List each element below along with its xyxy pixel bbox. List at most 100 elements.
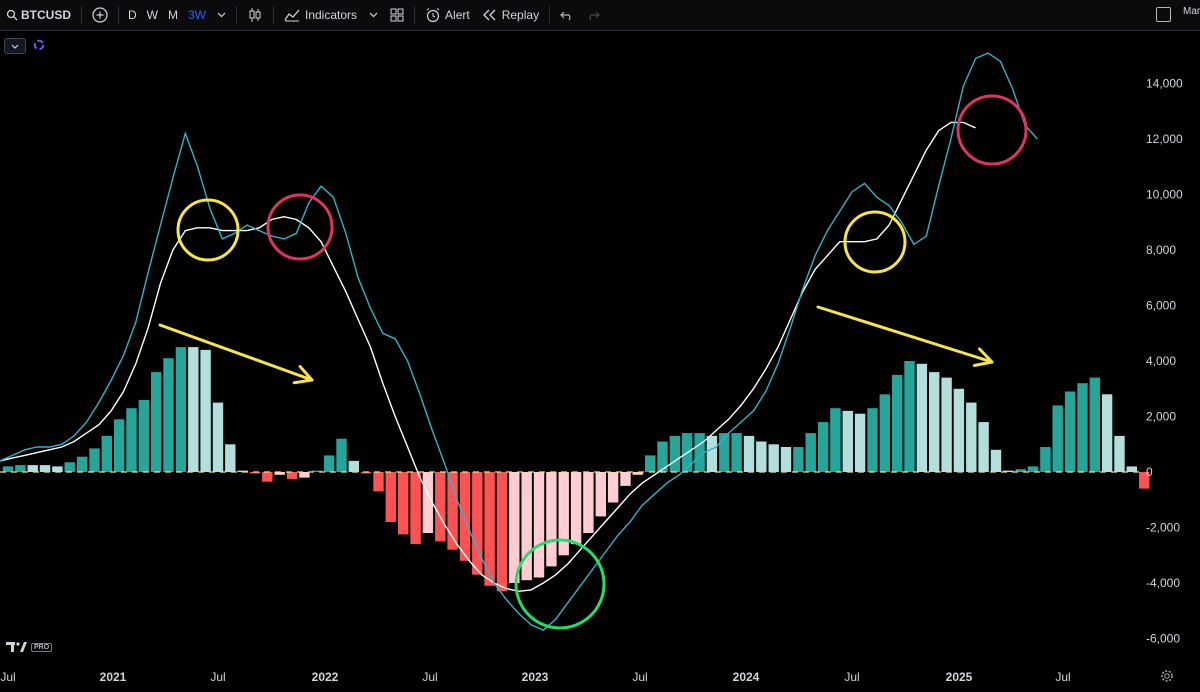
y-axis-tick-label: -2,000: [1146, 521, 1180, 535]
undo-icon: [560, 11, 571, 21]
histogram-bar: [138, 399, 150, 472]
histogram-bar: [842, 410, 853, 472]
histogram-bar: [990, 449, 1002, 472]
histogram-bar: [39, 465, 51, 472]
redo-button[interactable]: [580, 0, 606, 30]
histogram-bar: [521, 472, 532, 581]
histogram-bar: [52, 466, 63, 472]
histogram-bar: [1089, 377, 1100, 472]
indicators-button[interactable]: Indicators: [278, 0, 363, 30]
undo-button[interactable]: [554, 0, 580, 30]
histogram-bar: [941, 377, 952, 472]
histogram-bar: [225, 444, 236, 473]
histogram-bar: [385, 472, 396, 522]
x-axis-tick-label: Jul: [632, 670, 647, 684]
histogram-bar: [1077, 383, 1088, 472]
histogram-bar: [64, 462, 75, 472]
histogram-bar: [533, 472, 545, 578]
candles-icon: [249, 8, 261, 22]
histogram-bar: [583, 472, 594, 533]
y-axis-tick-label: -4,000: [1146, 576, 1180, 590]
histogram-bar: [706, 435, 718, 472]
timeframe-w[interactable]: W: [142, 0, 163, 30]
histogram-bar: [163, 358, 174, 472]
histogram-bar: [410, 472, 421, 545]
chart-type-button[interactable]: [241, 0, 269, 30]
histogram-bar: [817, 422, 829, 472]
histogram-bar: [854, 413, 866, 472]
x-axis-tick-label: Jul: [844, 670, 859, 684]
histogram-bar: [435, 472, 446, 542]
histogram-bar: [1101, 394, 1113, 472]
histogram-bar: [2, 466, 14, 472]
grid-icon: [390, 8, 404, 22]
symbol-search[interactable]: BTCUSD: [0, 0, 77, 30]
histogram-bar: [1114, 435, 1125, 472]
symbol-label: BTCUSD: [21, 8, 71, 22]
histogram-bar: [904, 361, 915, 472]
histogram-bar: [348, 460, 359, 472]
macd-chart[interactable]: 14,000 12,000 10,000 8,000 6,000 4,000 2,000 0 -…: [0, 31, 1200, 692]
x-axis-tick-label: 2024: [733, 670, 760, 684]
histogram-bar: [916, 363, 928, 472]
alert-button[interactable]: Alert: [419, 0, 476, 30]
histogram-bar: [472, 472, 483, 575]
histogram-bar: [953, 388, 965, 473]
redo-icon: [589, 11, 600, 21]
histogram-bar: [101, 435, 112, 472]
x-axis[interactable]: Jul 2021 Jul 2022 Jul 2023 Jul 2024 Jul 2025 Jul: [0, 670, 1070, 684]
tv-logo-icon: [6, 642, 27, 652]
histogram-bar: [27, 465, 38, 472]
histogram-bar: [1040, 447, 1051, 472]
histogram-bar: [262, 472, 273, 482]
separator: [273, 6, 274, 24]
histogram-bar: [830, 408, 841, 472]
histogram-bar: [645, 455, 656, 472]
histogram-bar: [484, 472, 495, 586]
annotations-group: [158, 94, 1028, 630]
histogram-bar: [398, 472, 409, 535]
timeframe-dropdown[interactable]: [211, 0, 232, 30]
replay-button[interactable]: Replay: [476, 0, 545, 30]
y-axis-tick-label: -6,000: [1146, 632, 1180, 646]
indicators-dropdown[interactable]: [363, 0, 384, 30]
plus-circle-icon: [92, 7, 108, 23]
histogram-bar: [200, 349, 211, 472]
x-axis-tick-label: 2021: [100, 670, 127, 684]
histogram-bar: [212, 402, 224, 472]
histogram-bar: [299, 472, 310, 478]
histogram-bar: [496, 472, 508, 592]
histogram-bar: [879, 394, 890, 472]
x-axis-tick-label: Jul: [1055, 670, 1070, 684]
top-toolbar: BTCUSD D W M 3W Indicators Alert Replay: [0, 0, 1200, 31]
tradingview-logo: PRO: [6, 641, 53, 653]
y-axis[interactable]: 14,000 12,000 10,000 8,000 6,000 4,000 2,000 0 -…: [1146, 77, 1183, 646]
y-axis-tick-label: 14,000: [1146, 77, 1183, 91]
histogram-bar: [1126, 466, 1137, 472]
histogram-bar: [546, 472, 557, 567]
histogram-bar: [595, 472, 606, 517]
histogram-bar: [929, 372, 940, 472]
histogram-bar: [1064, 391, 1076, 472]
histogram-bar: [892, 374, 903, 472]
timeframe-m[interactable]: M: [163, 0, 183, 30]
search-icon: [6, 9, 18, 21]
timeframe-d[interactable]: D: [123, 0, 142, 30]
settings-gear-icon[interactable]: [1160, 669, 1174, 683]
histogram-bar: [113, 419, 125, 472]
histogram-bar: [669, 435, 681, 472]
x-axis-tick-label: 2022: [312, 670, 339, 684]
rewind-icon: [482, 9, 496, 21]
indicators-label: Indicators: [305, 8, 358, 22]
timeframe-3w[interactable]: 3W: [183, 0, 211, 30]
histogram-bar: [188, 347, 199, 472]
histogram-bar: [558, 472, 569, 556]
fullscreen-checkbox[interactable]: [1156, 7, 1171, 22]
histogram-bar: [151, 372, 162, 472]
histogram-bar: [780, 447, 792, 472]
compare-button[interactable]: [86, 0, 114, 30]
x-axis-tick-label: 2025: [946, 670, 973, 684]
histogram-bar: [15, 465, 26, 472]
templates-button[interactable]: [384, 0, 410, 30]
histogram-bar: [743, 435, 755, 472]
